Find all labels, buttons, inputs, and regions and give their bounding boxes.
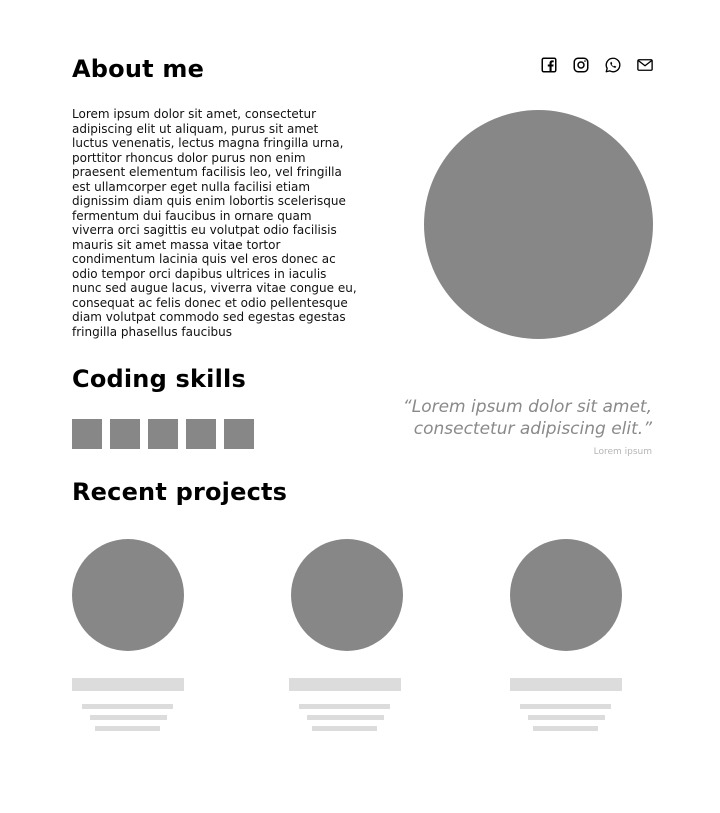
about-paragraph: Lorem ipsum dolor sit amet, consectetur …: [72, 107, 357, 339]
about-title: About me: [72, 55, 205, 83]
project-description-placeholder: [82, 704, 173, 709]
project-description-placeholder: [528, 715, 605, 720]
skill-icon-placeholder: [186, 419, 216, 449]
profile-image-placeholder: [424, 110, 653, 339]
facebook-icon[interactable]: [540, 56, 558, 74]
project-description-placeholder: [520, 704, 611, 709]
skill-icon-placeholder: [224, 419, 254, 449]
project-card[interactable]: [510, 539, 630, 731]
skill-icon-placeholder: [148, 419, 178, 449]
project-description-placeholder: [299, 704, 390, 709]
mail-icon[interactable]: [636, 56, 654, 74]
quote-author: Lorem ipsum: [593, 447, 652, 457]
project-image-placeholder: [510, 539, 622, 651]
project-description-placeholder: [533, 726, 598, 731]
project-description-placeholder: [95, 726, 160, 731]
project-image-placeholder: [291, 539, 403, 651]
coding-skills-title: Coding skills: [72, 365, 246, 393]
recent-projects-title: Recent projects: [72, 478, 288, 506]
project-title-placeholder: [289, 678, 401, 691]
social-links: [540, 56, 654, 74]
project-card[interactable]: [72, 539, 192, 731]
skill-icon-placeholder: [72, 419, 102, 449]
project-description-placeholder: [312, 726, 377, 731]
instagram-icon[interactable]: [572, 56, 590, 74]
project-card[interactable]: [289, 539, 411, 731]
quote-text: “Lorem ipsum dolor sit amet, consectetur…: [402, 397, 652, 439]
project-title-placeholder: [72, 678, 184, 691]
project-description-placeholder: [307, 715, 384, 720]
skill-icon-placeholder: [110, 419, 140, 449]
project-title-placeholder: [510, 678, 622, 691]
whatsapp-icon[interactable]: [604, 56, 622, 74]
project-description-placeholder: [90, 715, 167, 720]
skills-icon-row: [72, 419, 254, 449]
project-image-placeholder: [72, 539, 184, 651]
